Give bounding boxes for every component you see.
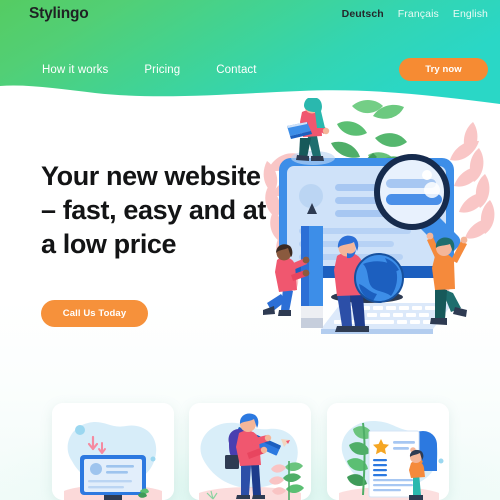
card-person-pencil[interactable] — [189, 403, 311, 500]
hero-illustration — [263, 98, 495, 334]
nav-link-how-it-works[interactable]: How it works — [42, 64, 108, 76]
brand-logo[interactable]: Stylingo — [29, 5, 89, 23]
card-monitor[interactable] — [52, 403, 174, 500]
language-option-deutsch[interactable]: Deutsch — [342, 8, 384, 20]
woman-with-laptop — [287, 98, 335, 165]
hero-headline: Your new website – fast, easy and at a l… — [41, 161, 267, 260]
card-certificate[interactable] — [327, 403, 449, 500]
landing-page: Stylingo Deutsch Français English How it… — [0, 0, 500, 500]
language-option-francais[interactable]: Français — [398, 8, 439, 20]
nav-link-pricing[interactable]: Pricing — [144, 64, 180, 76]
try-now-button[interactable]: Try now — [399, 58, 488, 81]
nav-link-list: How it works Pricing Contact — [42, 57, 257, 83]
call-us-today-button[interactable]: Call Us Today — [41, 300, 148, 327]
card-certificate-illustration — [327, 403, 449, 500]
language-switcher: Deutsch Français English — [342, 8, 488, 20]
nav-link-contact[interactable]: Contact — [216, 64, 256, 76]
card-person-pencil-illustration — [189, 403, 311, 500]
giant-pencil — [301, 203, 323, 328]
card-monitor-illustration — [52, 403, 174, 500]
feature-cards — [0, 403, 500, 500]
language-option-english[interactable]: English — [453, 8, 488, 20]
